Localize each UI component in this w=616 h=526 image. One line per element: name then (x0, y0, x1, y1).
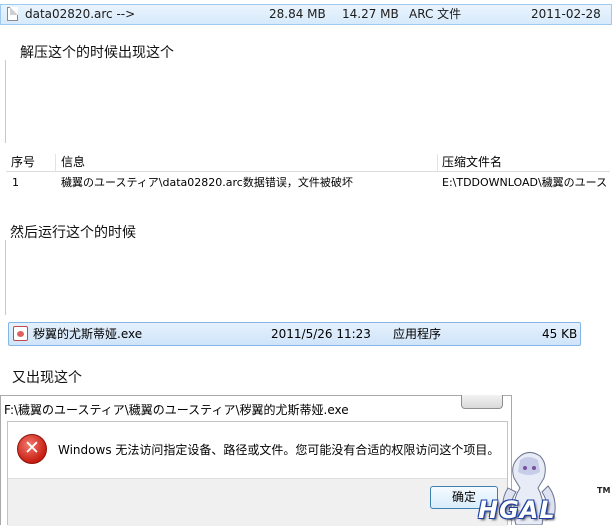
header-archive: 压缩文件名 (442, 155, 503, 169)
caption-extract: 解压这个的时候出现这个 (20, 45, 174, 61)
close-button[interactable] (461, 395, 503, 409)
caption-run: 然后运行这个的时候 (10, 225, 136, 241)
caption-again: 又出现这个 (12, 370, 82, 386)
row-index: 1 (12, 176, 19, 189)
dialog-title: F:\穢翼のユースティア\穢翼のユースティア\秽翼的尤斯蒂娅.exe (4, 403, 349, 417)
file-packed-size: 14.27 MB (342, 7, 399, 21)
divider-line (5, 240, 6, 315)
exe-type: 应用程序 (393, 327, 442, 341)
document-icon (7, 7, 18, 21)
exe-date: 2011/5/26 11:23 (271, 327, 371, 341)
file-date: 2011-02-28 (531, 7, 601, 21)
file-name: data02820.arc --> (25, 7, 136, 21)
table-row[interactable]: 1 穢翼のユースティア\data02820.arc数据错误，文件被破坏 E:\T… (6, 173, 610, 193)
dialog-message: Windows 无法访问指定设备、路径或文件。您可能没有合适的权限访问这个项目。 (58, 443, 500, 457)
file-type: ARC 文件 (409, 7, 462, 21)
exe-size: 45 KB (542, 327, 578, 341)
column-separator (437, 154, 438, 171)
header-message: 信息 (61, 155, 86, 169)
arc-file-row[interactable]: data02820.arc --> 28.84 MB 14.27 MB ARC … (0, 4, 612, 25)
file-size: 28.84 MB (269, 7, 326, 21)
exe-name: 秽翼的尤斯蒂娅.exe (33, 327, 143, 341)
column-separator (55, 154, 56, 171)
row-message: 穢翼のユースティア\data02820.arc数据错误，文件被破坏 (61, 176, 353, 189)
trademark-mark: TM (597, 486, 611, 495)
application-icon (13, 326, 28, 341)
error-list-header: 序号 信息 压缩文件名 (6, 153, 610, 172)
divider-line (5, 60, 6, 143)
header-index: 序号 (11, 155, 36, 169)
error-icon: ✕ (17, 434, 47, 464)
exe-file-row[interactable]: 秽翼的尤斯蒂娅.exe 2011/5/26 11:23 应用程序 45 KB (8, 322, 581, 346)
watermark-logo: HGAL (478, 496, 556, 524)
row-archive: E:\TDDOWNLOAD\穢翼のユース (442, 176, 608, 189)
